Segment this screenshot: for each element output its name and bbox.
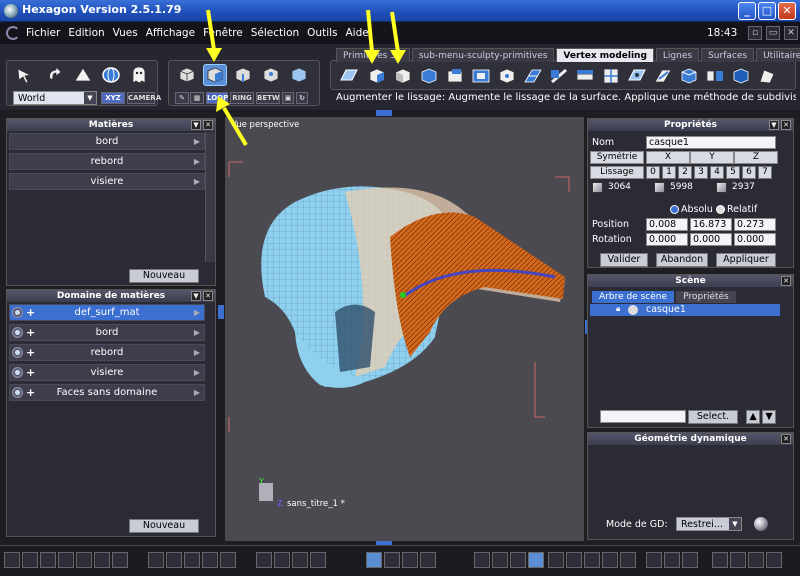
annotation-arrows [206,9,406,147]
